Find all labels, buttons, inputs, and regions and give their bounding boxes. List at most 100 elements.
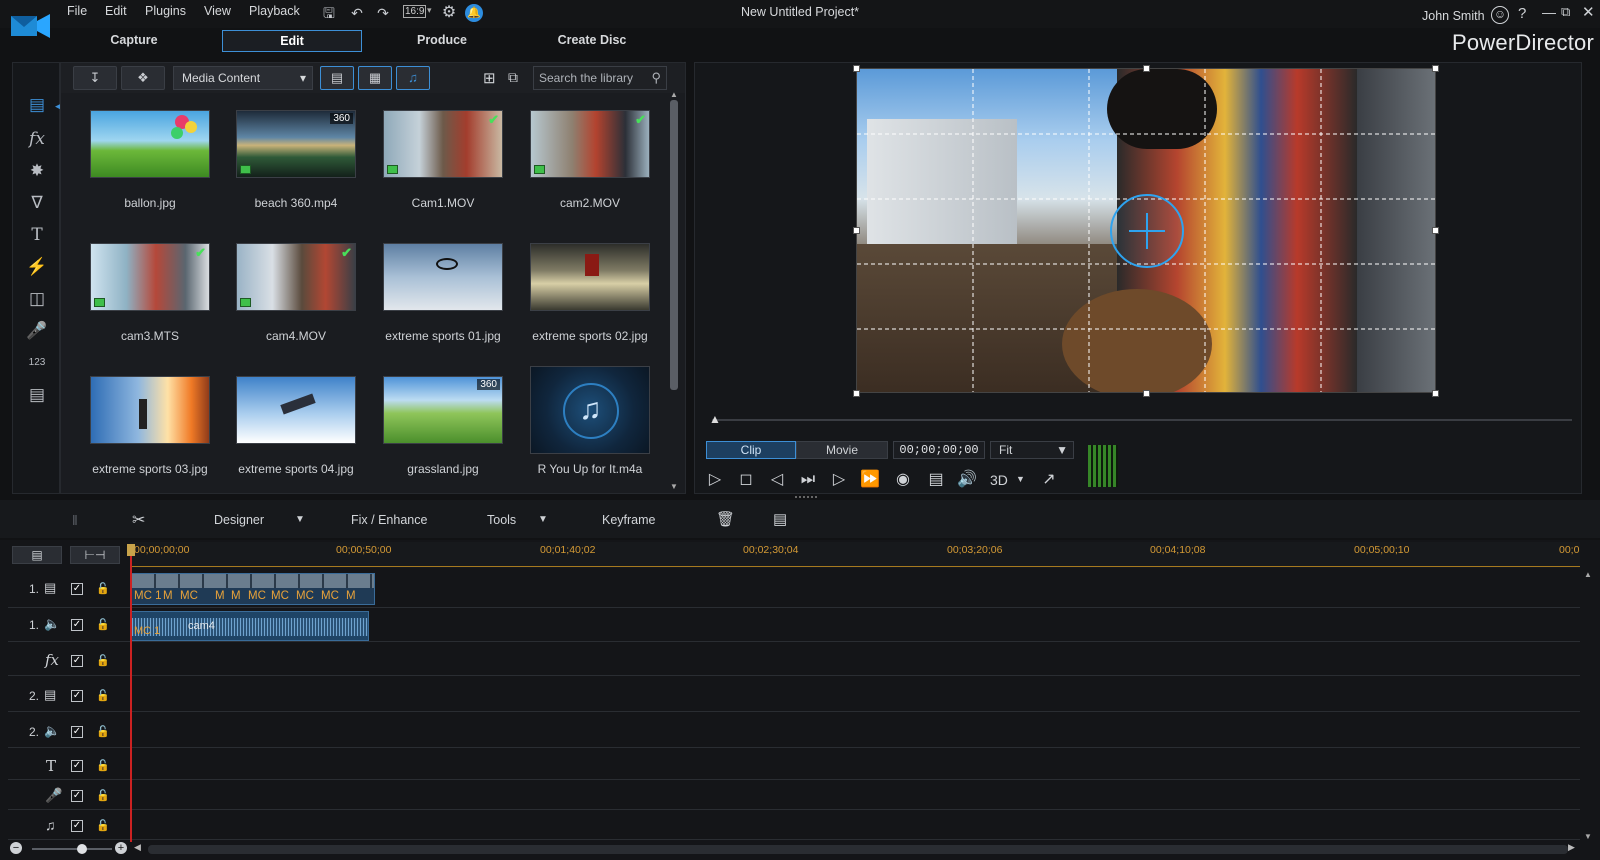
- resize-handle[interactable]: [1143, 65, 1150, 72]
- timeline-horizontal-scrollbar[interactable]: [148, 845, 1568, 854]
- media-thumbnail[interactable]: ✔: [236, 243, 356, 311]
- chevron-down-icon[interactable]: ▼: [538, 514, 548, 525]
- split-marker-icon[interactable]: ‖: [72, 512, 78, 528]
- settings-gear-icon[interactable]: ⚙: [440, 4, 458, 22]
- zoom-fit-dropdown[interactable]: Fit ▼: [990, 441, 1074, 459]
- 3d-mode-button[interactable]: 3D: [990, 472, 1008, 488]
- tab-edit[interactable]: Edit: [222, 30, 362, 52]
- timeline-view-icon[interactable]: ▤: [12, 546, 62, 564]
- zoom-slider-knob[interactable]: [77, 844, 87, 854]
- voice-track[interactable]: [8, 780, 1580, 810]
- snapshot-in-icon[interactable]: ⏭: [795, 468, 821, 492]
- menu-playback[interactable]: Playback: [249, 4, 300, 18]
- keyframe-button[interactable]: Keyframe: [602, 513, 656, 527]
- track-lock-icon[interactable]: 🔓: [96, 726, 110, 738]
- media-thumbnail[interactable]: [90, 376, 210, 444]
- fx-track[interactable]: [8, 642, 1580, 676]
- subtitles-icon[interactable]: ▤: [923, 468, 949, 492]
- add-to-timeline-icon[interactable]: ▤: [773, 510, 787, 528]
- tab-produce[interactable]: Produce: [372, 30, 512, 52]
- music-track[interactable]: [8, 810, 1580, 840]
- fit-timeline-icon[interactable]: ⊢⊣: [70, 546, 120, 564]
- filter-music-icon[interactable]: ♫: [396, 66, 430, 90]
- timecode-display[interactable]: 00;00;00;00: [893, 441, 985, 459]
- track-enable-checkbox[interactable]: ✓: [71, 619, 83, 631]
- chevron-down-icon[interactable]: ▼: [295, 514, 305, 525]
- notification-bell-icon[interactable]: 🔔: [465, 4, 483, 22]
- chevron-down-icon[interactable]: ▾: [427, 5, 432, 16]
- track-enable-checkbox[interactable]: ✓: [71, 583, 83, 595]
- slider-position-marker-icon[interactable]: ▲: [709, 412, 721, 426]
- resize-handle[interactable]: [1432, 227, 1439, 234]
- play-icon[interactable]: ▷: [702, 468, 728, 492]
- media-room-icon[interactable]: ▤: [23, 93, 51, 117]
- expand-library-icon[interactable]: ⧉: [508, 69, 518, 86]
- scroll-thumb[interactable]: [670, 100, 678, 390]
- user-name[interactable]: John Smith: [1422, 9, 1485, 23]
- filter-video-icon[interactable]: ▤: [320, 66, 354, 90]
- menu-file[interactable]: File: [67, 4, 87, 18]
- resize-handle[interactable]: [853, 227, 860, 234]
- video-track-2[interactable]: [8, 676, 1580, 712]
- title-track[interactable]: [8, 748, 1580, 780]
- track-enable-checkbox[interactable]: ✓: [71, 820, 83, 832]
- media-thumbnail[interactable]: [90, 110, 210, 178]
- audio-mixing-room-icon[interactable]: ◫: [23, 287, 51, 311]
- transition-room-icon[interactable]: ⚡: [23, 255, 51, 279]
- audio-track-2[interactable]: [8, 712, 1580, 748]
- media-content-dropdown[interactable]: Media Content ▾: [173, 66, 313, 90]
- user-avatar-icon[interactable]: ☺: [1491, 6, 1509, 24]
- media-thumbnail[interactable]: ♫: [530, 366, 650, 454]
- help-icon[interactable]: ?: [1518, 5, 1526, 22]
- tab-capture[interactable]: Capture: [64, 30, 204, 52]
- media-thumbnail[interactable]: 360: [236, 110, 356, 178]
- pip-objects-room-icon[interactable]: ✸: [23, 159, 51, 183]
- grid-view-icon[interactable]: ⊞: [483, 69, 496, 87]
- chevron-down-icon[interactable]: ▼: [1016, 474, 1025, 484]
- redo-icon[interactable]: ↷: [374, 4, 392, 22]
- scroll-down-icon[interactable]: ▼: [1584, 832, 1592, 841]
- panel-splitter-handle[interactable]: [795, 496, 817, 498]
- track-lock-icon[interactable]: 🔓: [96, 655, 110, 667]
- menu-plugins[interactable]: Plugins: [145, 4, 186, 18]
- track-lock-icon[interactable]: 🔓: [96, 690, 110, 702]
- stop-icon[interactable]: ◻: [733, 468, 759, 492]
- import-media-icon[interactable]: ↧: [73, 66, 117, 90]
- undo-icon[interactable]: ↶: [348, 4, 366, 22]
- plugin-puzzle-icon[interactable]: ❖: [121, 66, 165, 90]
- audio-clip[interactable]: [131, 611, 369, 641]
- clip-mode-button[interactable]: Clip: [706, 441, 796, 459]
- trash-delete-icon[interactable]: 🗑: [716, 510, 735, 528]
- media-thumbnail[interactable]: [383, 243, 503, 311]
- preview-video[interactable]: [856, 68, 1436, 393]
- resize-handle[interactable]: [853, 390, 860, 397]
- resize-handle[interactable]: [1432, 65, 1439, 72]
- scroll-right-icon[interactable]: ▶: [1568, 842, 1575, 853]
- chapter-room-icon[interactable]: 123: [23, 351, 51, 375]
- fast-forward-icon[interactable]: ⏩: [857, 468, 883, 492]
- particle-room-icon[interactable]: ∇: [23, 191, 51, 215]
- undock-preview-icon[interactable]: ↗: [1036, 468, 1062, 492]
- previous-frame-icon[interactable]: ◁: [764, 468, 790, 492]
- resize-handle[interactable]: [853, 65, 860, 72]
- tools-menu[interactable]: Tools: [487, 513, 516, 527]
- track-enable-checkbox[interactable]: ✓: [71, 690, 83, 702]
- preview-time-slider[interactable]: [712, 419, 1572, 421]
- media-thumbnail[interactable]: [530, 243, 650, 311]
- playhead-handle[interactable]: [127, 544, 135, 556]
- track-lock-icon[interactable]: 🔓: [96, 790, 110, 802]
- subtitle-room-icon[interactable]: ▤: [23, 383, 51, 407]
- scroll-down-icon[interactable]: ▼: [670, 482, 678, 491]
- restore-icon[interactable]: ⧉: [1561, 4, 1570, 20]
- fx-room-icon[interactable]: fx: [23, 127, 51, 151]
- menu-view[interactable]: View: [204, 4, 231, 18]
- minimize-icon[interactable]: —: [1542, 4, 1556, 20]
- media-thumbnail[interactable]: ✔: [90, 243, 210, 311]
- scissors-split-icon[interactable]: ✂: [132, 510, 145, 530]
- track-lock-icon[interactable]: 🔓: [96, 820, 110, 832]
- media-thumbnail[interactable]: [236, 376, 356, 444]
- playhead[interactable]: [130, 552, 132, 842]
- media-thumbnail[interactable]: ✔: [530, 110, 650, 178]
- track-lock-icon[interactable]: 🔓: [96, 583, 110, 595]
- scroll-up-icon[interactable]: ▲: [1584, 570, 1592, 579]
